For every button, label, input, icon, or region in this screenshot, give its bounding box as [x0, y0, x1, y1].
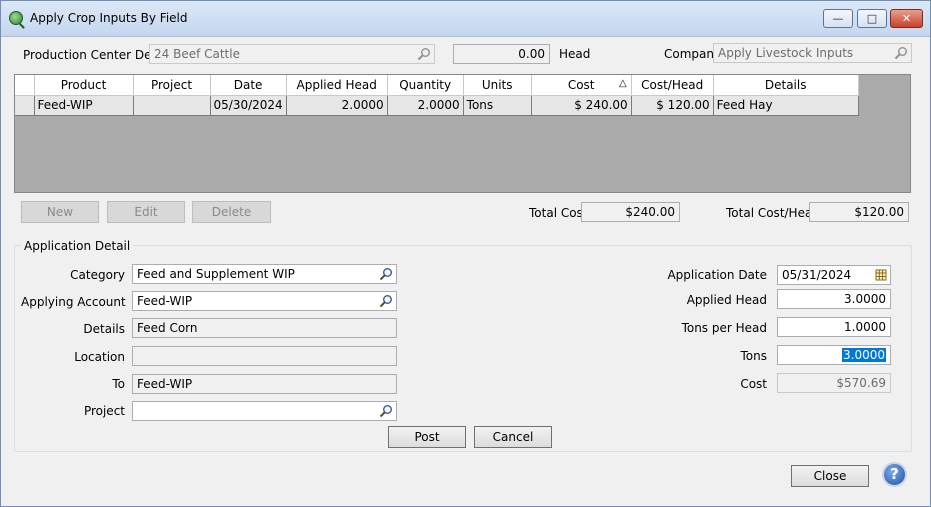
to-value: Feed-WIP: [137, 377, 193, 391]
column-header-cost-head[interactable]: Cost/Head: [631, 75, 714, 96]
category-value: Feed and Supplement WIP: [137, 267, 295, 281]
inputs-grid[interactable]: Product Project Date Applied Head Quanti…: [14, 74, 911, 193]
cell-cost-head: $ 120.00: [631, 95, 714, 116]
tons-per-head-value: 1.0000: [844, 320, 886, 334]
cell-product: Feed-WIP: [34, 95, 134, 116]
column-header-cost-label: Cost: [567, 77, 595, 92]
column-header-details[interactable]: Details: [713, 75, 859, 96]
applying-account-field[interactable]: Feed-WIP: [132, 291, 397, 311]
cell-applied-head: 2.0000: [286, 95, 388, 116]
application-date-field[interactable]: 05/31/2024: [777, 265, 891, 285]
cost-label: Cost: [740, 377, 767, 391]
edit-button[interactable]: Edit: [107, 201, 185, 223]
head-label: Head: [559, 47, 591, 61]
applying-account-value: Feed-WIP: [137, 294, 193, 308]
application-date-value: 05/31/2024: [782, 268, 852, 282]
total-cost-value: $240.00: [625, 205, 675, 219]
dialog-window: Apply Crop Inputs By Field — □ ✕ Product…: [0, 0, 931, 507]
column-header-cost[interactable]: Cost △: [531, 75, 632, 96]
company-field[interactable]: Apply Livestock Inputs: [713, 43, 912, 63]
row-selector-header: [15, 75, 35, 96]
search-icon[interactable]: [417, 47, 431, 61]
cell-units: Tons: [463, 95, 532, 116]
applied-head-field[interactable]: 3.0000: [777, 289, 891, 309]
applying-account-label: Applying Account: [21, 295, 126, 309]
total-cost-field: $240.00: [581, 202, 680, 222]
column-header-units[interactable]: Units: [463, 75, 532, 96]
close-window-button[interactable]: ✕: [890, 9, 923, 28]
location-field: [132, 346, 397, 366]
search-icon[interactable]: [379, 404, 393, 418]
application-date-label: Application Date: [667, 268, 767, 282]
column-header-applied-head[interactable]: Applied Head: [286, 75, 388, 96]
project-field[interactable]: [132, 401, 397, 421]
close-icon: ✕: [901, 12, 912, 25]
minimize-icon: —: [832, 12, 844, 25]
new-button[interactable]: New: [21, 201, 99, 223]
cell-quantity: 2.0000: [387, 95, 464, 116]
cancel-button[interactable]: Cancel: [474, 426, 552, 448]
close-button[interactable]: Close: [791, 465, 869, 487]
tons-per-head-label: Tons per Head: [681, 321, 767, 335]
cost-value: $570.69: [836, 376, 886, 390]
column-header-quantity[interactable]: Quantity: [387, 75, 464, 96]
category-field[interactable]: Feed and Supplement WIP: [132, 264, 397, 284]
delete-button[interactable]: Delete: [192, 201, 271, 223]
search-icon[interactable]: [379, 294, 393, 308]
calendar-icon[interactable]: [875, 269, 887, 281]
project-label: Project: [83, 404, 125, 418]
tons-field[interactable]: 3.0000: [777, 345, 891, 365]
details-value: Feed Corn: [137, 321, 198, 335]
tons-per-head-field[interactable]: 1.0000: [777, 317, 891, 337]
head-count-field: 0.00: [453, 44, 550, 64]
maximize-button[interactable]: □: [857, 9, 887, 28]
post-button[interactable]: Post: [388, 426, 466, 448]
total-cost-label: Total Cost: [529, 206, 588, 220]
maximize-icon: □: [866, 12, 878, 25]
sort-ascending-icon: △: [618, 78, 627, 89]
cell-details: Feed Hay: [713, 95, 859, 116]
minimize-button[interactable]: —: [823, 9, 853, 28]
cell-project: [133, 95, 211, 116]
tons-label: Tons: [740, 349, 768, 363]
to-label: To: [112, 377, 125, 391]
total-cost-head-value: $120.00: [854, 205, 904, 219]
details-field: Feed Corn: [132, 318, 397, 338]
applied-head-value: 3.0000: [844, 292, 886, 306]
head-count-value: 0.00: [518, 47, 545, 61]
column-header-project[interactable]: Project: [133, 75, 211, 96]
title-bar: Apply Crop Inputs By Field — □ ✕: [1, 1, 930, 37]
to-field: Feed-WIP: [132, 374, 397, 394]
cell-cost: $ 240.00: [531, 95, 632, 116]
table-row[interactable]: Feed-WIP 05/30/2024 2.0000 2.0000 Tons $…: [15, 95, 859, 116]
production-center-field[interactable]: 24 Beef Cattle: [149, 44, 435, 64]
application-detail-legend: Application Detail: [21, 239, 134, 253]
company-value: Apply Livestock Inputs: [718, 46, 854, 60]
production-center-value: 24 Beef Cattle: [154, 47, 240, 61]
cell-date: 05/30/2024: [210, 95, 287, 116]
search-icon[interactable]: [379, 267, 393, 281]
total-cost-head-field: $120.00: [809, 202, 909, 222]
tons-value: 3.0000: [842, 348, 886, 362]
help-icon[interactable]: ?: [882, 462, 907, 487]
applied-head-label: Applied Head: [686, 293, 767, 307]
column-header-date[interactable]: Date: [210, 75, 287, 96]
cost-field: $570.69: [777, 373, 891, 393]
details-label: Details: [83, 322, 125, 336]
location-label: Location: [74, 350, 125, 364]
category-label: Category: [70, 268, 125, 282]
total-cost-head-label: Total Cost/Head: [726, 206, 820, 220]
grid-header-row: Product Project Date Applied Head Quanti…: [15, 75, 859, 96]
window-title: Apply Crop Inputs By Field: [30, 11, 188, 25]
search-icon[interactable]: [894, 46, 908, 60]
column-header-product[interactable]: Product: [34, 75, 134, 96]
app-logo-icon: [9, 11, 23, 25]
row-selector[interactable]: [15, 95, 35, 116]
